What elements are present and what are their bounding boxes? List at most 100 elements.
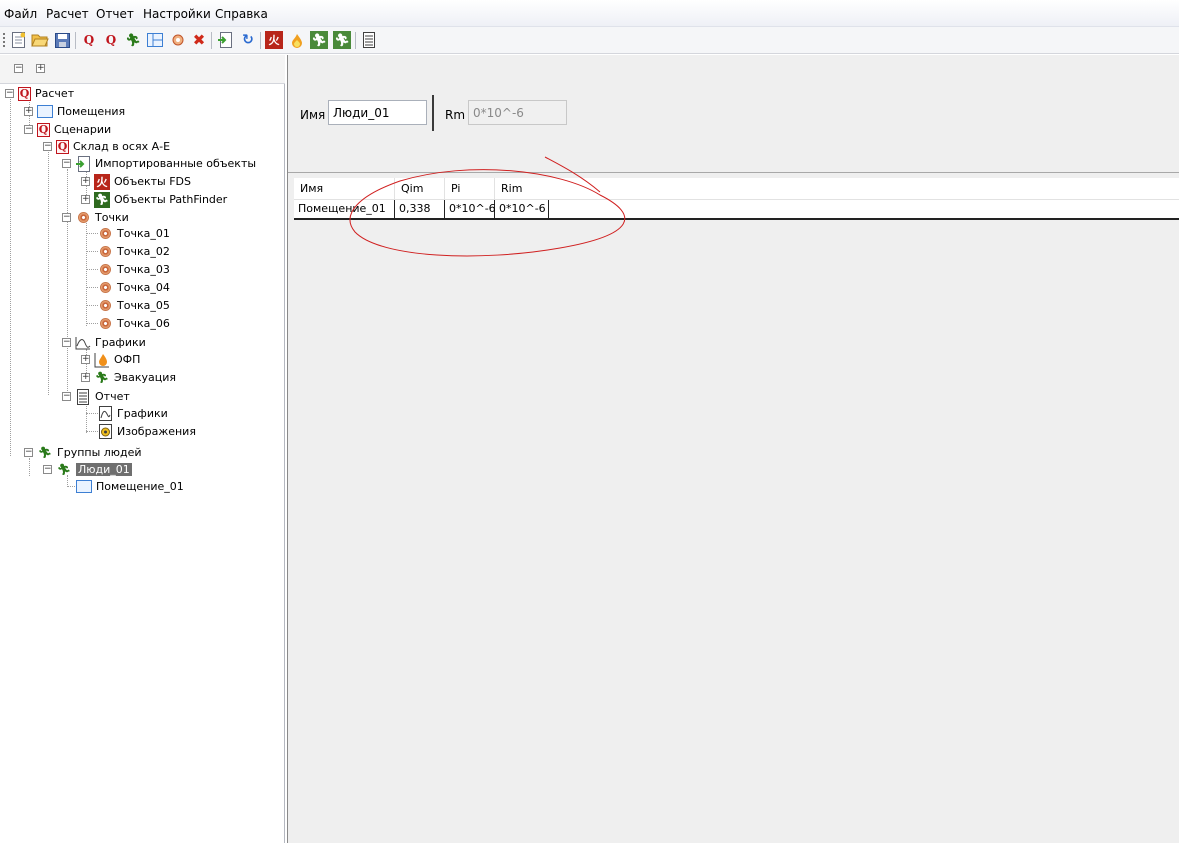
report-icon[interactable] <box>360 31 378 49</box>
point-icon[interactable] <box>169 31 187 49</box>
tree-node-rooms[interactable]: + Помещения <box>24 103 125 120</box>
toolbar-separator <box>260 32 261 49</box>
tree-node-label: Помещение_01 <box>96 480 184 493</box>
collapse-toggle[interactable]: − <box>62 213 71 222</box>
save-icon[interactable] <box>53 31 71 49</box>
tree-node-label: Точка_04 <box>117 281 170 294</box>
scenario-q-icon: Q <box>37 122 50 137</box>
tree-node-evacuation[interactable]: + 🏃︎ Эвакуация <box>81 369 176 386</box>
people-run-icon: 🏃︎ <box>38 446 52 459</box>
delete-icon[interactable]: ✖ <box>190 31 208 49</box>
expand-all-button[interactable]: + <box>36 64 45 73</box>
collapse-toggle[interactable]: − <box>24 448 33 457</box>
collapse-toggle[interactable]: − <box>62 392 71 401</box>
collapse-toggle[interactable]: − <box>62 159 71 168</box>
expand-toggle[interactable]: + <box>24 107 33 116</box>
toolbar-grip[interactable] <box>3 33 5 49</box>
collapse-toggle[interactable]: − <box>5 89 14 98</box>
menu-settings[interactable]: Настройки <box>143 7 211 21</box>
calc-q-alt-icon[interactable]: Q <box>102 31 120 49</box>
point-icon <box>97 280 113 296</box>
menu-file[interactable]: Файл <box>4 7 37 21</box>
toolbar: Q Q 🏃︎ ✖ ↻ 火 🏃︎ 🏃︎ <box>0 27 1179 54</box>
collapse-all-button[interactable]: − <box>14 64 23 73</box>
tree-node-point[interactable]: Точка_04 <box>97 279 170 296</box>
table-cell-name[interactable]: Помещение_01 <box>294 200 395 219</box>
table-cell-rim[interactable]: 0*10^-6 <box>495 200 549 219</box>
tree-node-label: Расчет <box>35 87 75 100</box>
room-icon[interactable] <box>146 31 164 49</box>
tree-node-ofp[interactable]: + ОФП <box>81 351 140 368</box>
evacuation-run-icon[interactable]: 🏃︎ <box>124 31 142 49</box>
tree-node-label: Точки <box>95 211 129 224</box>
tree-node-label: Точка_03 <box>117 263 170 276</box>
tree-node-label: Объекты FDS <box>114 175 191 188</box>
column-header-name[interactable]: Имя <box>294 178 395 200</box>
tree-node-report[interactable]: − Отчет <box>62 388 130 405</box>
tree-node-points[interactable]: − Точки <box>62 209 129 226</box>
tree-toolbar: − + <box>0 55 285 84</box>
room-plan-icon <box>37 105 53 118</box>
tree-node-report-images[interactable]: Изображения <box>97 423 196 440</box>
tree-node-label: Точка_01 <box>117 227 170 240</box>
tree-line <box>48 152 49 395</box>
tree-node-point[interactable]: Точка_02 <box>97 243 170 260</box>
tree-node-label-selected: Люди_01 <box>76 463 132 476</box>
import-icon <box>75 155 91 172</box>
project-tree-pane: − + − Q Расчет + Помещения − Q Сценарии <box>0 55 285 843</box>
tree-node-calculation[interactable]: − Q Расчет <box>5 85 74 102</box>
report-icon <box>75 388 91 405</box>
pathfinder-icon[interactable]: 🏃︎ <box>310 31 328 49</box>
toolbar-separator <box>75 32 76 49</box>
tree-node-people-groups[interactable]: − 🏃︎ Группы людей <box>24 444 142 461</box>
tree-node-group-people-01[interactable]: − 🏃︎ Люди_01 <box>43 461 132 478</box>
tree-node-label: Помещения <box>57 105 126 118</box>
new-document-icon[interactable] <box>9 31 27 49</box>
column-header-rim[interactable]: Rim <box>495 178 1179 200</box>
menu-report[interactable]: Отчет <box>96 7 134 21</box>
column-header-pi[interactable]: Pi <box>445 178 495 200</box>
pathfinder-alt-icon[interactable]: 🏃︎ <box>333 31 351 49</box>
name-field[interactable] <box>328 100 427 125</box>
tree-node-charts[interactable]: − Графики <box>62 334 146 351</box>
refresh-icon[interactable]: ↻ <box>239 31 257 49</box>
tree-node-fds-objects[interactable]: + 火 Объекты FDS <box>81 173 191 190</box>
tree-node-group-room[interactable]: Помещение_01 <box>76 478 184 495</box>
expand-toggle[interactable]: + <box>81 373 90 382</box>
expand-toggle[interactable]: + <box>81 355 90 364</box>
expand-toggle[interactable]: + <box>81 177 90 186</box>
fds-icon[interactable]: 火 <box>265 31 283 49</box>
fire-icon[interactable] <box>288 31 306 49</box>
point-icon <box>97 262 113 278</box>
tree-node-scenario-warehouse[interactable]: − Q Склад в осях А-Е <box>43 138 170 155</box>
tree-node-label: Точка_06 <box>117 317 170 330</box>
tree-line <box>10 99 11 456</box>
column-header-qim[interactable]: Qim <box>395 178 445 200</box>
tree-node-report-charts[interactable]: Графики <box>97 405 168 422</box>
window-grip <box>1137 0 1179 6</box>
tree-node-pathfinder-objects[interactable]: + 🏃︎ Объекты PathFinder <box>81 191 227 208</box>
details-pane: Имя Rm Имя Qim Pi Rim Помещение_01 0,338… <box>287 55 1179 843</box>
menu-calculation[interactable]: Расчет <box>46 7 89 21</box>
import-icon[interactable] <box>216 31 234 49</box>
collapse-toggle[interactable]: − <box>43 465 52 474</box>
image-icon <box>97 424 113 440</box>
collapse-toggle[interactable]: − <box>24 125 33 134</box>
tree-node-point[interactable]: Точка_06 <box>97 315 170 332</box>
tree-node-label: Группы людей <box>57 446 142 459</box>
collapse-toggle[interactable]: − <box>62 338 71 347</box>
tree-node-imported-objects[interactable]: − Импортированные объекты <box>62 155 256 172</box>
tree-node-scenarios[interactable]: − Q Сценарии <box>24 121 111 138</box>
menu-help[interactable]: Справка <box>215 7 268 21</box>
table-cell-qim[interactable]: 0,338 <box>395 200 445 219</box>
collapse-toggle[interactable]: − <box>43 142 52 151</box>
calculation-q-icon: Q <box>18 86 31 101</box>
calc-q-icon[interactable]: Q <box>80 31 98 49</box>
open-folder-icon[interactable] <box>31 31 49 49</box>
room-plan-icon <box>76 480 92 493</box>
expand-toggle[interactable]: + <box>81 195 90 204</box>
tree-node-point[interactable]: Точка_05 <box>97 297 170 314</box>
tree-node-point[interactable]: Точка_03 <box>97 261 170 278</box>
tree-node-point[interactable]: Точка_01 <box>97 225 170 242</box>
table-cell-pi[interactable]: 0*10^-6 <box>445 200 496 219</box>
